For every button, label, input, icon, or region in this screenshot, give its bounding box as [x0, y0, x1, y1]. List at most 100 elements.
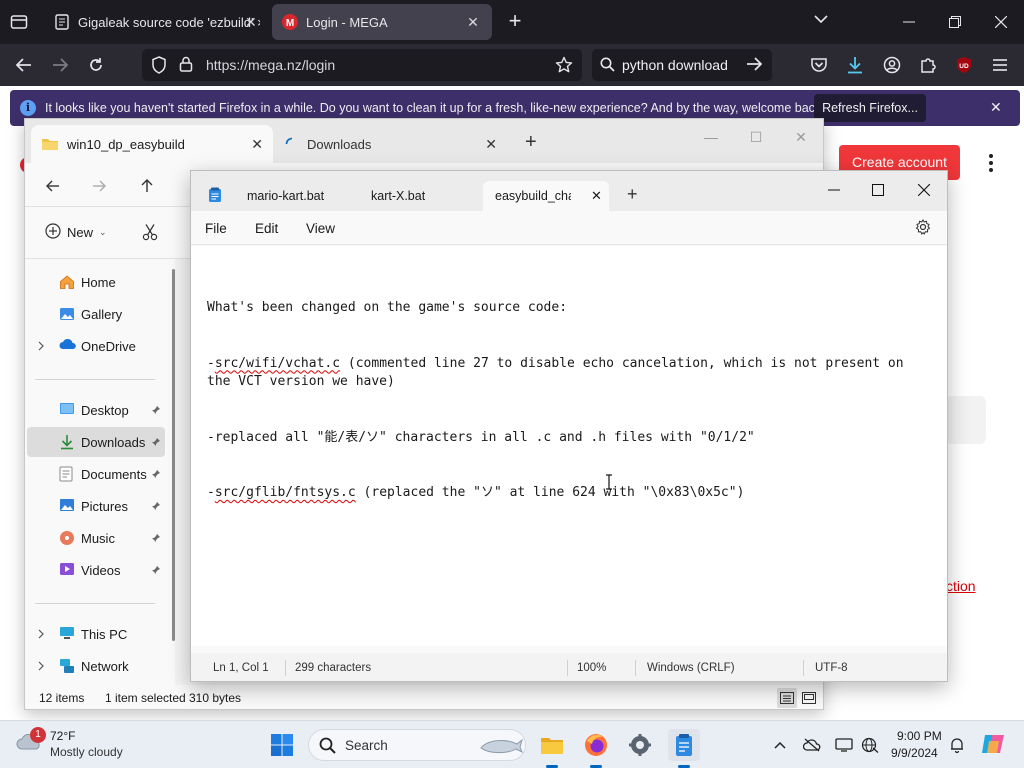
chevron-right-icon[interactable] [37, 659, 45, 674]
notepad-tab-easybuild[interactable]: easybuild_cha ✕ [483, 181, 609, 211]
display-settings-icon[interactable] [833, 735, 855, 755]
nav-item-music[interactable]: Music [27, 523, 165, 553]
close-tab-icon[interactable]: ✕ [245, 14, 257, 31]
cut-scissors-icon[interactable] [141, 223, 159, 244]
tiles-view-icon[interactable] [799, 688, 819, 708]
close-window-icon[interactable]: ✕ [789, 125, 813, 149]
explorer-tab-downloads[interactable]: Downloads ✕ [275, 125, 507, 163]
notepad-tab-kart-x[interactable]: kart-X.bat [359, 181, 483, 211]
menu-view[interactable]: View [306, 221, 335, 236]
lock-icon[interactable] [179, 56, 193, 75]
divider [35, 379, 155, 380]
up-arrow-icon[interactable] [135, 175, 159, 197]
minimize-icon[interactable]: — [699, 125, 723, 149]
pin-icon[interactable] [151, 563, 161, 578]
nav-item-desktop[interactable]: Desktop [27, 395, 165, 425]
explorer-tab-easybuild[interactable]: win10_dp_easybuild ✕ [31, 125, 273, 163]
minimize-icon[interactable] [821, 177, 847, 203]
nav-item-onedrive[interactable]: OneDrive [27, 331, 165, 361]
menu-edit[interactable]: Edit [255, 221, 278, 236]
pin-icon[interactable] [151, 531, 161, 546]
line-ending[interactable]: Windows (CRLF) [647, 662, 735, 674]
pin-icon[interactable] [151, 499, 161, 514]
list-all-tabs-icon[interactable] [814, 12, 828, 27]
firefox-taskbar-icon[interactable] [580, 729, 612, 768]
tracking-protection-shield-icon[interactable] [151, 56, 167, 77]
mega-page-link[interactable]: ction [946, 578, 976, 594]
windows-start-icon[interactable] [270, 733, 296, 757]
taskbar-search-box[interactable]: Search [308, 729, 526, 761]
more-options-icon[interactable] [987, 153, 995, 176]
pin-icon[interactable] [151, 467, 161, 482]
forward-icon[interactable] [87, 175, 111, 197]
network-globe-icon[interactable] [859, 735, 881, 755]
text-editor-area[interactable]: What's been changed on the game's source… [191, 246, 947, 646]
cloud-offline-icon[interactable] [801, 735, 823, 755]
notification-bell-icon[interactable] [946, 735, 968, 755]
browser-tab-mega-login[interactable]: M Login - MEGA ✕ [272, 4, 492, 40]
zoom-level[interactable]: 100% [577, 662, 606, 674]
pocket-icon[interactable] [808, 54, 830, 76]
tab-list-icon[interactable] [6, 10, 32, 34]
nav-item-pictures[interactable]: Pictures [27, 491, 165, 521]
close-window-icon[interactable] [989, 10, 1013, 34]
url-bar[interactable]: https://mega.nz/login [142, 49, 582, 81]
gallery-icon [59, 306, 75, 322]
temperature: 72°F [50, 729, 76, 743]
forward-icon[interactable] [47, 53, 73, 77]
close-tab-icon[interactable]: ✕ [591, 188, 602, 204]
browser-tab-gigaleak[interactable]: Gigaleak source code 'ezbuild' × [44, 4, 270, 40]
menu-file[interactable]: File [205, 221, 227, 236]
downloads-icon[interactable] [844, 54, 866, 76]
go-arrow-icon[interactable] [746, 57, 763, 74]
pin-icon[interactable] [151, 435, 161, 450]
pin-icon[interactable] [151, 403, 161, 418]
nav-item-gallery[interactable]: Gallery [27, 299, 165, 329]
refresh-firefox-button[interactable]: Refresh Firefox... [814, 94, 926, 122]
close-tab-icon[interactable]: ✕ [251, 136, 263, 153]
new-tab-button[interactable]: + [627, 184, 638, 205]
navigation-scrollbar[interactable] [172, 269, 175, 641]
minimize-icon[interactable] [897, 10, 921, 34]
close-tab-icon[interactable]: ✕ [464, 14, 482, 31]
maximize-icon[interactable]: ☐ [744, 125, 768, 149]
new-button[interactable]: New ⌄ [45, 223, 107, 242]
settings-gear-icon[interactable] [915, 219, 931, 238]
notepad-taskbar-icon[interactable] [668, 729, 700, 768]
bookmark-star-icon[interactable] [555, 56, 573, 77]
file-explorer-taskbar-icon[interactable] [536, 729, 568, 768]
copilot-icon[interactable] [980, 731, 1006, 757]
nav-item-videos[interactable]: Videos [27, 555, 165, 585]
close-window-icon[interactable] [911, 177, 937, 203]
account-icon[interactable] [881, 54, 903, 76]
maximize-icon[interactable] [865, 177, 891, 203]
extensions-puzzle-icon[interactable] [917, 54, 939, 76]
nav-item-this-pc[interactable]: This PC [27, 619, 165, 649]
show-hidden-icons-chevron-icon[interactable] [769, 735, 791, 755]
nav-item-home[interactable]: Home [27, 267, 165, 297]
chevron-right-icon[interactable] [37, 627, 45, 642]
ublock-extension-icon[interactable]: UD [953, 54, 975, 76]
close-notification-icon[interactable]: ✕ [990, 99, 1002, 116]
windows-taskbar: 1 72°F Mostly cloudy Search 9:00 PM 9/9/… [0, 720, 1024, 768]
reload-icon[interactable] [83, 53, 109, 77]
encoding[interactable]: UTF-8 [815, 662, 848, 674]
nav-item-network[interactable]: Network [27, 651, 165, 681]
settings-taskbar-icon[interactable] [624, 729, 656, 761]
back-icon[interactable] [11, 53, 37, 77]
explorer-status-bar: 12 items 1 item selected 310 bytes [25, 685, 823, 709]
notepad-tab-mario-kart[interactable]: mario-kart.bat [235, 181, 355, 211]
restore-icon[interactable] [943, 10, 967, 34]
page-background-panel [946, 396, 986, 444]
back-icon[interactable] [41, 175, 65, 197]
search-bar[interactable]: python download [592, 49, 772, 81]
new-tab-button[interactable]: + [525, 131, 537, 154]
notepad-window: mario-kart.bat kart-X.bat easybuild_cha … [190, 170, 948, 682]
new-tab-button[interactable]: + [502, 9, 528, 35]
nav-item-downloads[interactable]: Downloads [27, 427, 165, 457]
hamburger-menu-icon[interactable] [989, 54, 1011, 76]
nav-item-documents[interactable]: Documents [27, 459, 165, 489]
chevron-right-icon[interactable] [37, 339, 45, 354]
details-view-icon[interactable] [777, 688, 797, 708]
close-tab-icon[interactable]: ✕ [485, 136, 497, 153]
